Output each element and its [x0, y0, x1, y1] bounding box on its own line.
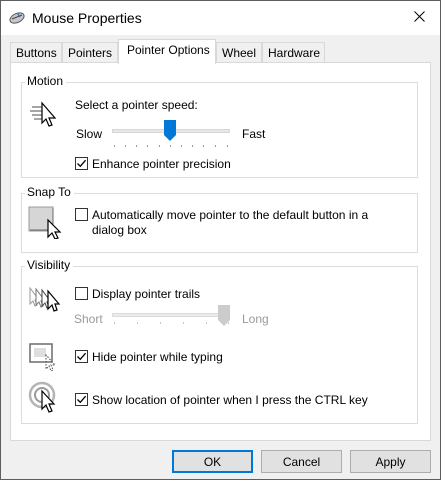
- pointer-trails-label: Display pointer trails: [92, 287, 201, 301]
- close-button[interactable]: [398, 1, 440, 35]
- tab-strip: Buttons Pointers Pointer Options Wheel H…: [1, 35, 440, 64]
- motion-group: Motion Select a pointer speed: Slow Fast: [21, 74, 418, 178]
- enhance-precision-checkbox[interactable]: [75, 157, 88, 170]
- hide-pointer-icon: [28, 341, 62, 376]
- hide-pointer-checkbox[interactable]: [75, 350, 88, 363]
- pointer-trails-icon: [28, 284, 64, 317]
- long-label: Long: [242, 312, 269, 326]
- snap-to-group-title: Snap To: [25, 185, 74, 199]
- snap-to-group: Snap To Automatically move pointer to th…: [21, 185, 418, 253]
- slow-label: Slow: [76, 127, 103, 141]
- short-label: Short: [74, 312, 103, 326]
- trail-length-slider-thumb[interactable]: [218, 305, 230, 330]
- pointer-location-icon: [28, 381, 62, 418]
- tab-wheel[interactable]: Wheel: [216, 42, 262, 63]
- snap-to-default-label-line2: dialog box: [92, 223, 147, 237]
- cancel-button[interactable]: Cancel: [261, 450, 342, 473]
- pointer-options-panel: Motion Select a pointer speed: Slow Fast: [10, 62, 431, 441]
- mouse-properties-window: Mouse Properties Buttons Pointers Pointe…: [0, 0, 441, 480]
- pointer-speed-slider-thumb[interactable]: [164, 120, 176, 145]
- snap-to-default-icon: [28, 205, 62, 242]
- pointer-trails-checkbox[interactable]: [75, 287, 88, 300]
- fast-label: Fast: [242, 127, 266, 141]
- mouse-icon: [9, 11, 25, 28]
- snap-to-default-label-line1: Automatically move pointer to the defaul…: [92, 208, 369, 222]
- tab-buttons[interactable]: Buttons: [10, 42, 62, 63]
- window-title: Mouse Properties: [32, 10, 142, 26]
- snap-to-default-checkbox[interactable]: [75, 208, 88, 221]
- show-location-label: Show location of pointer when I press th…: [92, 393, 368, 407]
- close-icon: [413, 11, 425, 25]
- tab-pointer-options[interactable]: Pointer Options: [118, 39, 216, 64]
- show-location-checkbox[interactable]: [75, 393, 88, 406]
- visibility-group-title: Visibility: [25, 258, 74, 272]
- ok-button[interactable]: OK: [172, 450, 253, 473]
- title-bar: Mouse Properties: [1, 1, 440, 35]
- pointer-speed-icon: [28, 101, 62, 132]
- trail-length-slider-track[interactable]: [112, 313, 230, 317]
- tab-hardware[interactable]: Hardware: [262, 42, 325, 63]
- apply-button[interactable]: Apply: [350, 450, 431, 473]
- enhance-precision-label: Enhance pointer precision: [92, 157, 231, 171]
- visibility-group: Visibility Display pointer trails Short …: [21, 258, 418, 424]
- pointer-speed-label: Select a pointer speed:: [75, 98, 198, 112]
- tab-pointers[interactable]: Pointers: [62, 42, 118, 63]
- hide-pointer-label: Hide pointer while typing: [92, 350, 223, 364]
- motion-group-title: Motion: [25, 74, 67, 88]
